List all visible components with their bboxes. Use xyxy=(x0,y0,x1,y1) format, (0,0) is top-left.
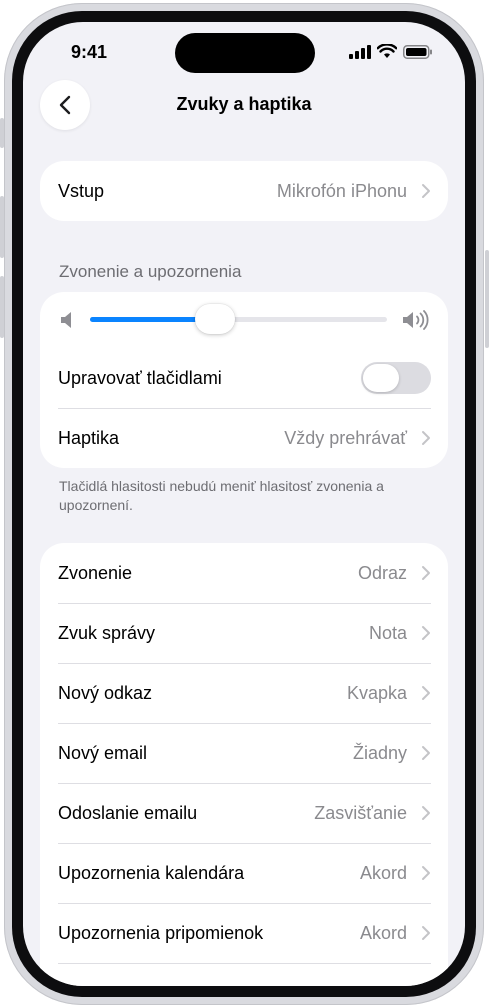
chevron-right-icon xyxy=(422,431,430,445)
sound-label: Nový email xyxy=(58,742,148,763)
sound-label: Zvuk správy xyxy=(58,622,156,643)
cellular-signal-icon xyxy=(349,44,371,59)
volume-up-button xyxy=(0,196,4,258)
chevron-right-icon xyxy=(422,686,430,700)
dynamic-island xyxy=(175,33,315,73)
status-icons xyxy=(349,44,433,59)
speaker-low-icon xyxy=(61,312,71,328)
volume-down-button xyxy=(0,276,4,338)
speaker-high-icon xyxy=(403,310,429,330)
chevron-right-icon xyxy=(422,866,430,880)
toggle-knob xyxy=(363,364,399,392)
chevron-right-icon xyxy=(422,746,430,760)
input-label: Vstup xyxy=(58,180,105,201)
input-card: Vstup Mikrofón iPhonu xyxy=(40,161,448,221)
sounds-card: Zvonenie Odraz Zvuk správy Nota Nový odk… xyxy=(40,543,448,986)
sound-label: Nový odkaz xyxy=(58,682,153,703)
input-value: Mikrofón iPhonu xyxy=(276,180,407,201)
battery-icon xyxy=(403,44,432,59)
screen: 9:41 Zvuky a haptika Vstup Mikrofón iPho… xyxy=(23,22,465,986)
action-button xyxy=(0,118,4,148)
sound-row-partial xyxy=(40,963,448,986)
section-header-ringer: Zvonenie a upozornenia xyxy=(59,262,242,281)
sound-label: Odoslanie emailu xyxy=(58,802,198,823)
sound-value: Kvapka xyxy=(346,682,407,703)
side-button xyxy=(485,250,489,348)
sound-label: Upozornenia pripomienok xyxy=(58,922,264,943)
sound-row[interactable]: Nový odkaz Kvapka xyxy=(40,663,448,723)
sound-value: Odraz xyxy=(357,562,407,583)
chevron-right-icon xyxy=(422,184,430,198)
sound-value: Akord xyxy=(359,922,407,943)
sound-label: Upozornenia kalendára xyxy=(58,862,245,883)
ringer-footnote: Tlačidlá hlasitosti nebudú meniť hlasito… xyxy=(59,478,384,513)
change-with-buttons-toggle[interactable] xyxy=(361,362,431,394)
change-with-buttons-label: Upravovať tlačidlami xyxy=(58,367,222,388)
volume-slider-row xyxy=(40,292,448,348)
sound-value: Žiadny xyxy=(352,742,407,763)
chevron-right-icon xyxy=(422,566,430,580)
sound-value: Zasvišťanie xyxy=(314,802,407,823)
change-with-buttons-row: Upravovať tlačidlami xyxy=(40,348,448,408)
chevron-right-icon xyxy=(422,626,430,640)
sound-row[interactable]: Zvuk správy Nota xyxy=(40,603,448,663)
sound-row[interactable]: Zvonenie Odraz xyxy=(40,543,448,603)
haptics-label: Haptika xyxy=(58,427,120,448)
sound-row[interactable]: Upozornenia pripomienok Akord xyxy=(40,903,448,963)
chevron-right-icon xyxy=(422,926,430,940)
sound-value: Nota xyxy=(368,622,407,643)
sound-row[interactable]: Nový email Žiadny xyxy=(40,723,448,783)
sound-value: Akord xyxy=(359,862,407,883)
sound-row[interactable]: Odoslanie emailu Zasvišťanie xyxy=(40,783,448,843)
page-title: Zvuky a haptika xyxy=(176,94,312,114)
volume-slider-thumb[interactable] xyxy=(195,304,235,334)
volume-slider[interactable] xyxy=(90,304,387,334)
ringer-card: Upravovať tlačidlami Haptika Vždy prehrá… xyxy=(40,292,448,468)
sound-label: Zvonenie xyxy=(58,562,133,583)
status-time: 9:41 xyxy=(71,42,108,62)
input-row[interactable]: Vstup Mikrofón iPhonu xyxy=(40,161,448,221)
wifi-icon xyxy=(377,44,397,58)
chevron-right-icon xyxy=(422,806,430,820)
haptics-row[interactable]: Haptika Vždy prehrávať xyxy=(40,408,448,468)
sound-row[interactable]: Upozornenia kalendára Akord xyxy=(40,843,448,903)
haptics-value: Vždy prehrávať xyxy=(284,427,407,448)
